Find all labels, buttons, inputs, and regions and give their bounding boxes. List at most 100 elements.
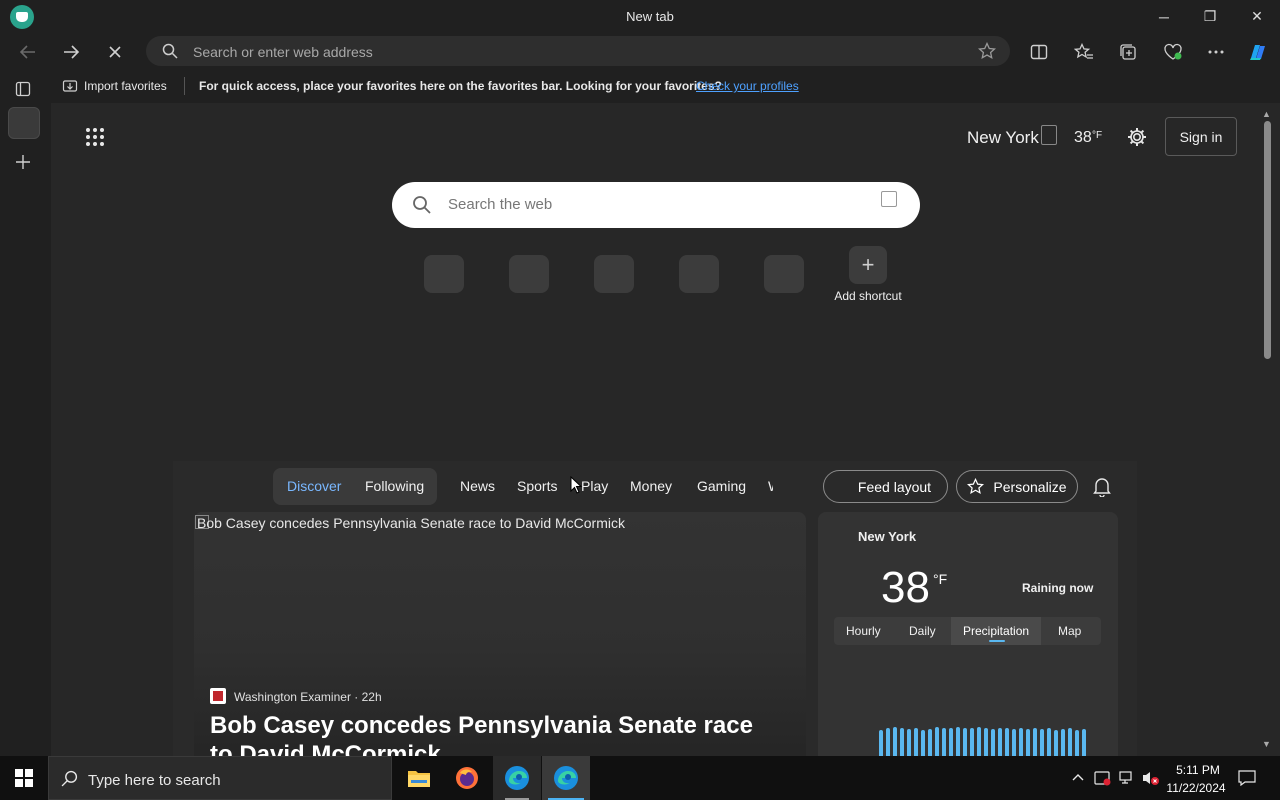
edge-taskbar-icon[interactable] — [493, 756, 541, 800]
tab-news[interactable]: News — [460, 478, 495, 494]
taskbar-search-box[interactable]: Type here to search — [48, 756, 392, 800]
precipitation-bar — [970, 728, 974, 756]
search-icon — [412, 195, 432, 220]
precipitation-bar — [949, 728, 953, 756]
clock-time[interactable]: 5:11 PM — [1166, 763, 1230, 777]
volume-muted-icon[interactable] — [1141, 770, 1161, 791]
favorite-star-icon[interactable] — [977, 41, 997, 65]
precipitation-chart — [879, 717, 1087, 756]
precipitation-bar — [893, 727, 897, 756]
personalize-label: Personalize — [993, 478, 1067, 495]
tab-sports[interactable]: Sports — [517, 478, 557, 494]
import-favorites-icon — [62, 78, 78, 99]
precipitation-bar — [914, 728, 918, 756]
tab-play[interactable]: Play — [581, 478, 608, 494]
sign-in-button[interactable]: Sign in — [1165, 117, 1237, 156]
personalize-button[interactable]: Personalize — [956, 470, 1078, 503]
edge-active-taskbar-icon[interactable] — [542, 756, 590, 800]
weather-card[interactable]: New York 38 °F Raining now Hourly Daily … — [818, 512, 1118, 756]
show-hidden-icons-chevron-icon[interactable] — [1071, 770, 1085, 789]
mouse-cursor-icon — [570, 475, 583, 499]
security-tray-icon[interactable] — [1094, 770, 1112, 791]
stop-icon[interactable] — [99, 36, 131, 68]
notifications-bell-icon[interactable] — [1093, 477, 1111, 502]
firefox-icon[interactable] — [443, 756, 491, 800]
window-title: New tab — [626, 9, 674, 24]
weather-city[interactable]: New York — [858, 529, 916, 544]
article-headline[interactable]: Bob Casey concedes Pennsylvania Senate r… — [210, 711, 780, 756]
minimize-button[interactable]: ─ — [1141, 0, 1187, 33]
article-source[interactable]: Washington Examiner · 22h — [234, 690, 382, 704]
title-bar: New tab ─ ❐ ✕ — [0, 0, 1280, 33]
address-bar[interactable]: Search or enter web address — [146, 36, 1010, 66]
article-card[interactable]: Bob Casey concedes Pennsylvania Senate r… — [194, 512, 806, 756]
add-shortcut-label: Add shortcut — [834, 289, 902, 303]
page-scrollbar-thumb[interactable] — [1264, 121, 1271, 359]
feed-layout-button[interactable]: Feed layout — [823, 470, 948, 503]
precipitation-bar — [1040, 729, 1044, 756]
shortcut-tile[interactable] — [594, 255, 634, 293]
copilot-icon[interactable] — [1242, 36, 1274, 68]
weather-tab-daily[interactable]: Daily — [909, 624, 936, 638]
favorites-icon[interactable] — [1068, 36, 1100, 68]
notification-center-icon[interactable] — [1238, 770, 1256, 791]
tab-money[interactable]: Money — [630, 478, 672, 494]
collections-icon[interactable] — [1112, 36, 1144, 68]
precipitation-bar — [977, 727, 981, 756]
add-shortcut-button[interactable]: + — [849, 246, 887, 284]
active-tab-thumbnail[interactable] — [8, 107, 40, 139]
feed-layout-label: Feed layout — [857, 478, 932, 495]
browser-essentials-icon[interactable] — [1157, 36, 1189, 68]
back-icon[interactable] — [12, 36, 44, 68]
weather-tab-map[interactable]: Map — [1058, 624, 1081, 638]
shortcut-tile[interactable] — [509, 255, 549, 293]
restore-button[interactable]: ❐ — [1187, 0, 1233, 33]
scroll-up-arrow-icon[interactable]: ▲ — [1262, 109, 1271, 119]
header-temp-unit: °F — [1092, 130, 1103, 141]
windows-taskbar: Type here to search 5:11 PM 11/22/2024 — [0, 756, 1280, 800]
precipitation-bar — [1047, 728, 1051, 756]
windows-start-icon[interactable] — [0, 756, 48, 800]
new-tab-icon[interactable] — [15, 154, 31, 175]
app-launcher-icon[interactable] — [85, 127, 105, 152]
precipitation-bar — [1061, 729, 1065, 756]
close-button[interactable]: ✕ — [1234, 0, 1280, 33]
file-explorer-icon[interactable] — [395, 756, 443, 800]
favorites-message: For quick access, place your favorites h… — [199, 79, 722, 93]
weather-tab-precipitation[interactable]: Precipitation — [963, 624, 1029, 638]
web-search-input[interactable]: Search the web — [448, 196, 552, 213]
split-screen-icon[interactable] — [1023, 36, 1055, 68]
tab-following[interactable]: Following — [365, 478, 424, 494]
new-tab-page: New York 38 °F Sign in Search the web + … — [51, 103, 1280, 756]
precipitation-bar — [879, 730, 883, 756]
weather-tab-hourly[interactable]: Hourly — [846, 624, 881, 638]
tab-discover[interactable]: Discover — [287, 478, 341, 494]
clock-date[interactable]: 11/22/2024 — [1162, 781, 1230, 795]
settings-gear-icon[interactable] — [1126, 126, 1148, 153]
forward-icon[interactable] — [55, 36, 87, 68]
web-search-box[interactable]: Search the web — [392, 182, 920, 228]
shortcut-tile[interactable] — [764, 255, 804, 293]
source-logo-icon — [210, 688, 226, 704]
tab-gaming[interactable]: Gaming — [697, 478, 746, 494]
check-profiles-link[interactable]: Check your profiles — [696, 79, 799, 93]
more-icon[interactable] — [1200, 36, 1232, 68]
visual-search-icon[interactable] — [881, 191, 897, 207]
tab-overflow[interactable]: W — [768, 478, 773, 494]
shortcut-tile[interactable] — [424, 255, 464, 293]
shortcut-tile[interactable] — [679, 255, 719, 293]
address-input[interactable]: Search or enter web address — [193, 44, 373, 60]
network-icon[interactable] — [1118, 770, 1136, 791]
precipitation-bar — [1075, 730, 1079, 756]
precipitation-bar — [991, 729, 995, 756]
precipitation-bar — [1054, 730, 1058, 756]
weather-temp-unit: °F — [933, 571, 948, 587]
search-icon — [162, 43, 178, 64]
vertical-tab-sidebar — [0, 70, 50, 756]
precipitation-bar — [963, 728, 967, 756]
taskbar-search-input[interactable]: Type here to search — [88, 772, 221, 789]
import-favorites-button[interactable]: Import favorites — [84, 79, 167, 93]
tab-actions-icon[interactable] — [15, 81, 31, 102]
scroll-down-arrow-icon[interactable]: ▼ — [1262, 739, 1271, 749]
header-city[interactable]: New York — [967, 128, 1039, 148]
